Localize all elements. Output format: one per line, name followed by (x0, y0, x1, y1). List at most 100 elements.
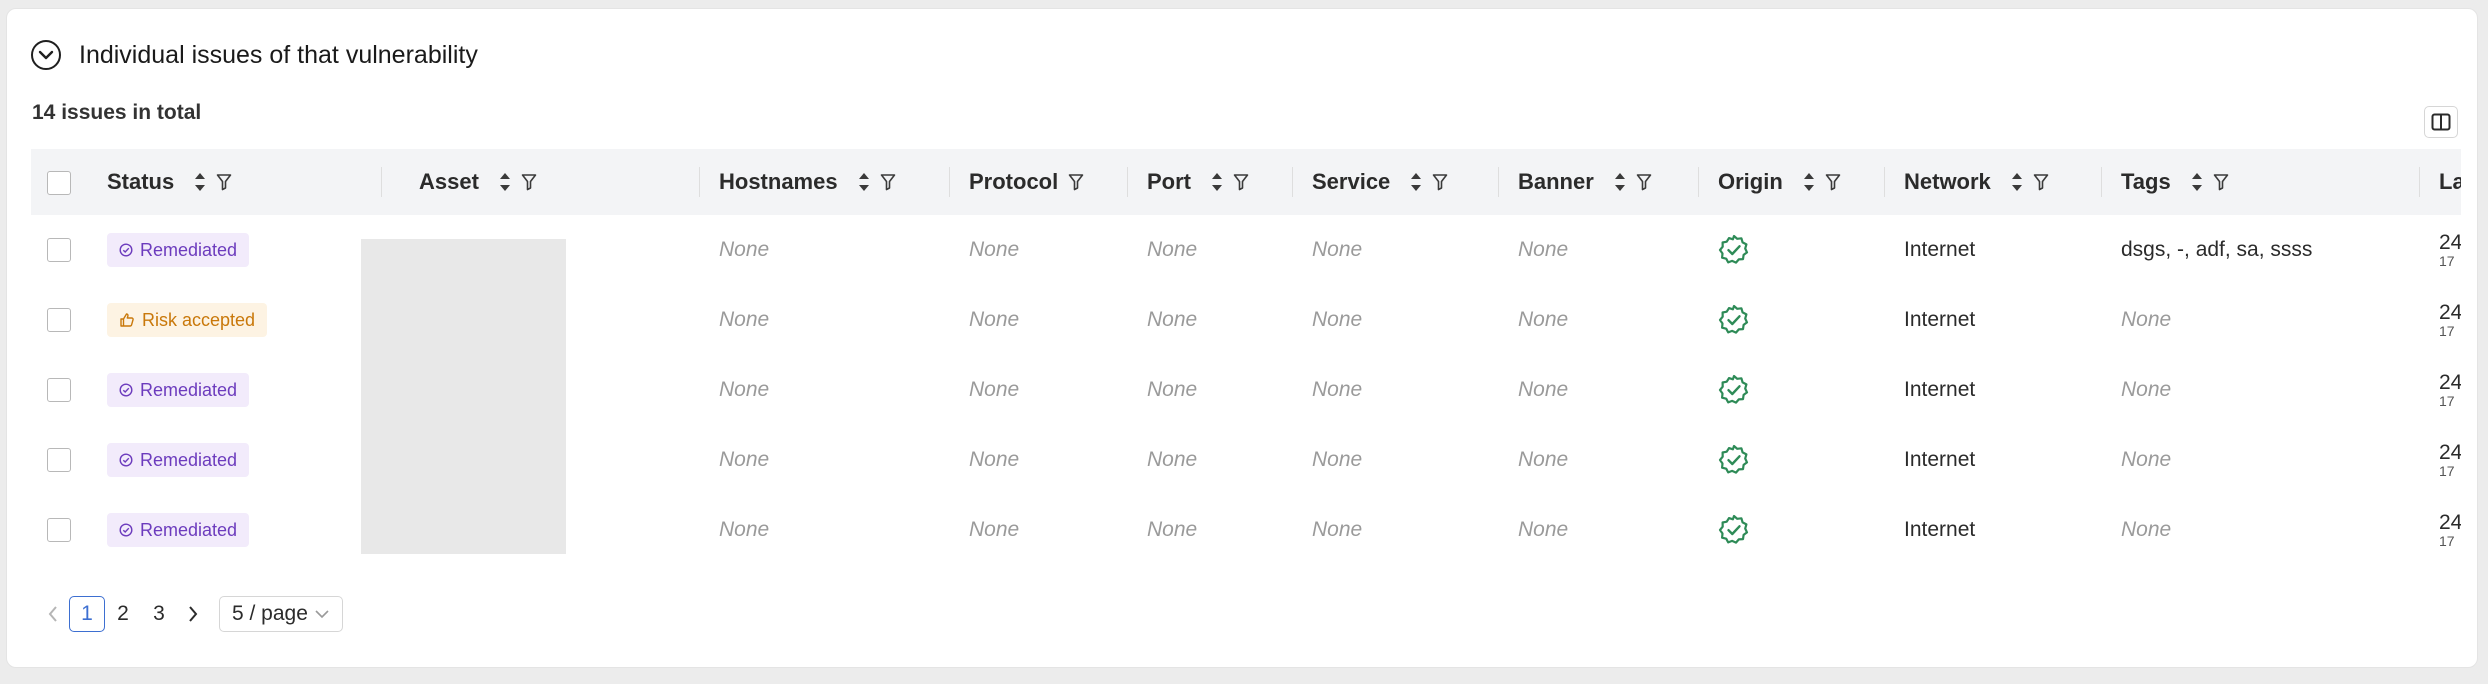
hostnames-cell: None (719, 378, 770, 401)
issues-card: Individual issues of that vulnerability … (6, 8, 2478, 668)
column-header-la: La (2419, 149, 2461, 215)
sort-icon[interactable] (194, 171, 206, 193)
column-header-label: Origin (1718, 169, 1783, 194)
last-seen-time: 17 (2439, 392, 2455, 409)
port-cell: None (1147, 378, 1198, 401)
check-circle-icon (119, 523, 140, 537)
column-header-banner: Banner (1498, 149, 1698, 215)
banner-cell: None (1518, 378, 1569, 401)
check-circle-icon (119, 243, 140, 257)
page-2-button[interactable]: 2 (105, 596, 141, 632)
page-size-select[interactable]: 5 / page (219, 596, 343, 632)
section-header: Individual issues of that vulnerability (31, 33, 478, 77)
column-header-label: Protocol (969, 169, 1059, 194)
filter-icon[interactable] (880, 173, 896, 191)
page-size-value: 5 / page (232, 602, 308, 625)
filter-icon[interactable] (1825, 173, 1841, 191)
column-separator (699, 167, 700, 197)
prev-page-button[interactable] (37, 596, 69, 632)
sort-icon[interactable] (2191, 171, 2203, 193)
column-header-label: Network (1904, 169, 1991, 194)
last-seen-cell: 24 17 (2419, 495, 2461, 565)
column-settings-button[interactable] (2424, 106, 2458, 138)
column-header-label: Port (1147, 169, 1191, 194)
sort-icon[interactable] (499, 171, 511, 193)
next-page-button[interactable] (177, 596, 209, 632)
hostnames-cell: None (719, 518, 770, 541)
column-header-status: Status (87, 149, 381, 215)
hostnames-cell: None (719, 238, 770, 261)
network-cell: Internet (1904, 238, 1976, 261)
tags-cell: dsgs, -, adf, sa, ssss (2121, 238, 2313, 261)
chevron-left-icon (48, 606, 57, 622)
status-cell: Remediated (87, 215, 381, 285)
column-header-label: Status (107, 169, 175, 194)
filter-icon[interactable] (1432, 173, 1448, 191)
column-separator (2101, 167, 2102, 197)
filter-icon[interactable] (216, 173, 232, 191)
protocol-cell: None (969, 308, 1020, 331)
filter-icon[interactable] (521, 173, 537, 191)
check-circle-icon (119, 383, 140, 397)
sort-icon[interactable] (1803, 171, 1815, 193)
page-1-button[interactable]: 1 (69, 596, 105, 632)
column-separator (1884, 167, 1885, 197)
section-title: Individual issues of that vulnerability (79, 40, 478, 69)
port-cell: None (1147, 308, 1198, 331)
sort-icon[interactable] (1410, 171, 1422, 193)
select-all-cell (31, 149, 87, 215)
split-columns-icon (2431, 113, 2451, 131)
filter-icon[interactable] (1636, 173, 1652, 191)
sort-icon[interactable] (1211, 171, 1223, 193)
status-cell: Remediated (87, 425, 381, 495)
service-cell: None (1312, 378, 1363, 401)
chevron-down-icon (315, 610, 329, 619)
verified-badge-icon (1718, 234, 1750, 266)
column-header-port: Port (1127, 149, 1292, 215)
status-cell: Risk accepted (87, 285, 381, 355)
sort-icon[interactable] (2011, 171, 2023, 193)
row-checkbox[interactable] (47, 238, 71, 263)
column-separator (1292, 167, 1293, 197)
filter-icon[interactable] (1233, 173, 1249, 191)
row-select-cell (31, 355, 87, 425)
tags-cell: None (2121, 518, 2172, 541)
protocol-cell: None (969, 518, 1020, 541)
service-cell: None (1312, 238, 1363, 261)
collapse-chevron-icon[interactable] (31, 40, 61, 70)
status-badge: Remediated (107, 513, 250, 547)
column-header-label: Service (1312, 169, 1391, 194)
verified-badge-icon (1718, 514, 1750, 546)
filter-icon[interactable] (1068, 173, 1084, 191)
column-header-label: La (2439, 169, 2461, 194)
chevron-right-icon (189, 606, 198, 622)
row-checkbox[interactable] (47, 448, 71, 473)
origin-cell (1698, 285, 1884, 355)
row-checkbox[interactable] (47, 308, 71, 333)
port-cell: None (1147, 238, 1198, 261)
select-all-checkbox[interactable] (47, 171, 71, 196)
row-checkbox[interactable] (47, 518, 71, 543)
filter-icon[interactable] (2213, 173, 2229, 191)
verified-badge-icon (1718, 374, 1750, 406)
last-seen-cell: 24 17 (2419, 285, 2461, 355)
column-separator (2419, 167, 2420, 197)
status-cell: Remediated (87, 495, 381, 565)
column-separator (949, 167, 950, 197)
service-cell: None (1312, 448, 1363, 471)
page-3-button[interactable]: 3 (141, 596, 177, 632)
sort-icon[interactable] (858, 171, 870, 193)
verified-badge-icon (1718, 304, 1750, 336)
row-checkbox[interactable] (47, 378, 71, 403)
network-cell: Internet (1904, 448, 1976, 471)
last-seen-date: 24 (2439, 510, 2461, 534)
filter-icon[interactable] (2033, 173, 2049, 191)
port-cell: None (1147, 518, 1198, 541)
last-seen-time: 17 (2439, 532, 2455, 549)
origin-cell (1698, 355, 1884, 425)
sort-icon[interactable] (1614, 171, 1626, 193)
column-header-label: Tags (2121, 169, 2171, 194)
column-separator (1498, 167, 1499, 197)
last-seen-cell: 24 17 (2419, 215, 2461, 285)
column-header-tags: Tags (2101, 149, 2419, 215)
